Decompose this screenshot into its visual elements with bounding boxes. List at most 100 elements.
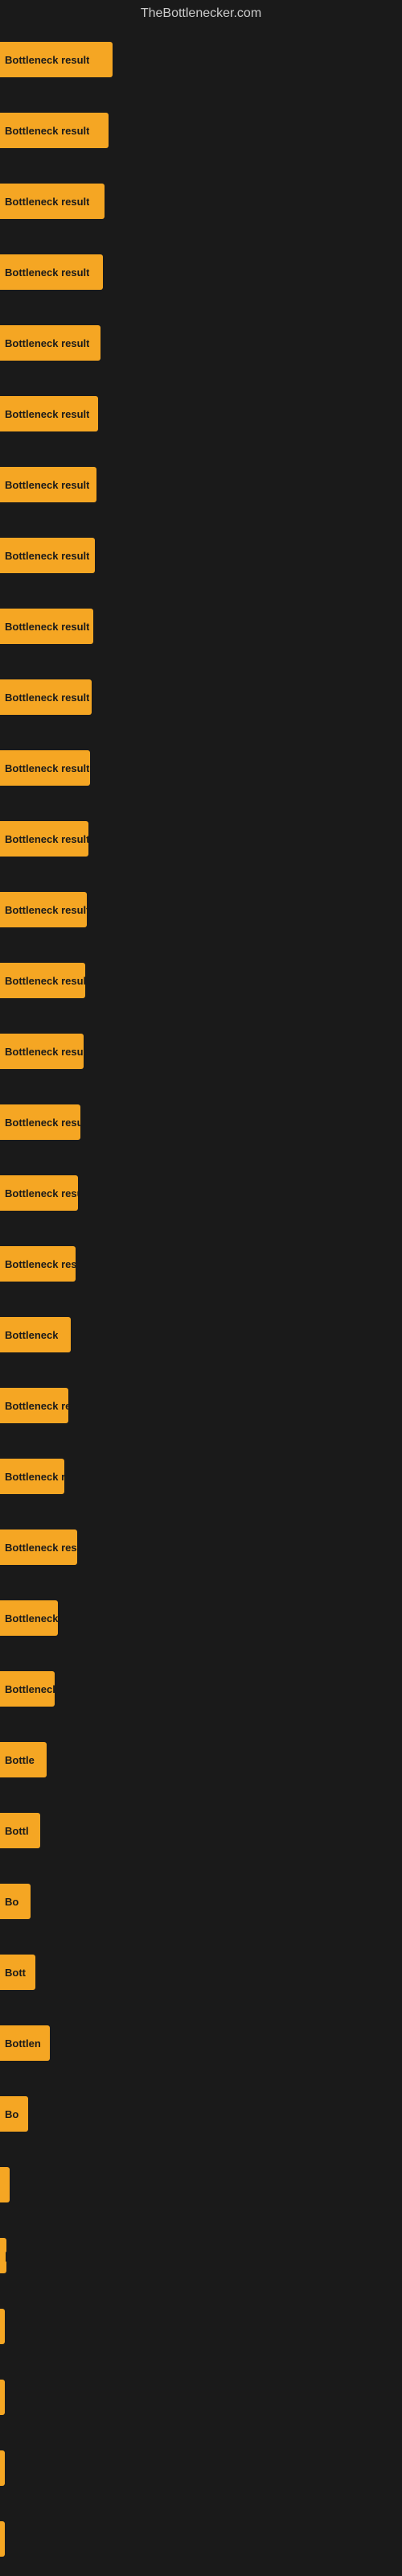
result-bar[interactable] [0, 2380, 5, 2415]
bar-row: Bottleneck result [0, 803, 402, 874]
result-bar[interactable]: Bottleneck res [0, 1671, 55, 1707]
result-bar[interactable] [0, 2521, 5, 2557]
result-bar[interactable]: Bott [0, 1955, 35, 1990]
bar-row [0, 2433, 402, 2504]
bar-row: Bottleneck result [0, 378, 402, 449]
bar-label: Bottleneck res [5, 1683, 55, 1695]
bar-row: Bottleneck result [0, 520, 402, 591]
result-bar[interactable]: Bottleneck result [0, 254, 103, 290]
result-bar[interactable]: Bottleneck [0, 1600, 58, 1636]
bar-label: Bottleneck result [5, 337, 89, 349]
result-bar[interactable]: Bottleneck res [0, 1246, 76, 1282]
result-bar[interactable]: Bo [0, 1884, 31, 1919]
bar-row: Bottleneck result [0, 1016, 402, 1087]
result-bar[interactable]: Bottleneck result [0, 821, 88, 857]
result-bar[interactable]: Bottleneck result [0, 1175, 78, 1211]
result-bar[interactable]: Bottleneck result [0, 184, 105, 219]
result-bar[interactable]: Bottleneck result [0, 113, 109, 148]
bar-row: Bottleneck res [0, 1228, 402, 1299]
bar-label: Bottleneck result [5, 479, 89, 491]
bar-row: Bottlen [0, 2008, 402, 2079]
bar-label: Bottleneck result [5, 408, 89, 420]
bar-row: Bo [0, 1866, 402, 1937]
bar-row: Bottleneck result [0, 24, 402, 95]
bar-row: Bottleneck result [0, 662, 402, 733]
bar-row: Bottleneck result [0, 874, 402, 945]
bar-label: Bottleneck result [5, 1046, 84, 1058]
bar-row: | [0, 2220, 402, 2291]
result-bar[interactable]: Bottleneck result [0, 609, 93, 644]
result-bar[interactable]: Bottleneck res [0, 1388, 68, 1423]
bar-label: Bo [5, 1896, 18, 1908]
bar-label: Bottleneck result [5, 54, 89, 66]
bar-row [0, 2149, 402, 2220]
bar-row [0, 2291, 402, 2362]
result-bar[interactable]: Bottleneck result [0, 750, 90, 786]
bar-label: Bottleneck result [5, 621, 89, 633]
result-bar[interactable] [0, 2309, 5, 2344]
bar-row: Bottleneck result [0, 449, 402, 520]
bar-row: Bottleneck result [0, 945, 402, 1016]
bar-row: Bottleneck re [0, 1441, 402, 1512]
bar-row: Bott [0, 1937, 402, 2008]
result-bar[interactable]: Bo [0, 2096, 28, 2132]
bar-row [0, 2504, 402, 2574]
bar-row: Bottleneck result [0, 733, 402, 803]
bar-row: Bottleneck result [0, 166, 402, 237]
result-bar[interactable]: Bottle [0, 1742, 47, 1777]
bar-label: Bottleneck re [5, 1471, 64, 1483]
bar-row: Bottleneck result [0, 237, 402, 308]
result-bar[interactable] [0, 2450, 5, 2486]
bar-label: Bottl [5, 1825, 29, 1837]
bar-label: Bottleneck resu [5, 1117, 80, 1129]
bar-label: Bo [5, 2108, 18, 2120]
bar-label: Bottleneck result [5, 550, 89, 562]
result-bar[interactable]: Bottleneck result [0, 679, 92, 715]
bar-label: Bottleneck result [5, 691, 89, 704]
result-bar[interactable]: Bottleneck result [0, 892, 87, 927]
bar-row: Bo [0, 2079, 402, 2149]
bar-row: Bottleneck res [0, 1370, 402, 1441]
result-bar[interactable]: Bottleneck result [0, 325, 100, 361]
bar-label: Bott [5, 1967, 26, 1979]
bar-row: Bottleneck result [0, 1158, 402, 1228]
bar-label: Bottlen [5, 2037, 41, 2050]
bar-label: Bottleneck result [5, 266, 89, 279]
bar-row: Bottleneck [0, 1299, 402, 1370]
bar-row: Bottleneck resu [0, 1087, 402, 1158]
result-bar[interactable]: | [0, 2238, 6, 2273]
bar-label: Bottleneck result [5, 125, 89, 137]
bar-row: Bottleneck resu [0, 1512, 402, 1583]
bar-label: Bottleneck result [5, 762, 89, 774]
bar-label: Bottleneck res [5, 1258, 76, 1270]
bar-label: Bottleneck result [5, 833, 88, 845]
result-bar[interactable]: Bottleneck result [0, 538, 95, 573]
bar-row: Bottleneck res [0, 1653, 402, 1724]
bar-row [0, 2362, 402, 2433]
result-bar[interactable]: Bottlen [0, 2025, 50, 2061]
result-bar[interactable]: Bottleneck resu [0, 1104, 80, 1140]
result-bar[interactable]: Bottleneck [0, 1317, 71, 1352]
bar-row: Bottleneck [0, 1583, 402, 1653]
result-bar[interactable]: Bottleneck result [0, 1034, 84, 1069]
bar-row: Bottle [0, 1724, 402, 1795]
result-bar[interactable]: Bottleneck re [0, 1459, 64, 1494]
bar-label: Bottleneck result [5, 1187, 78, 1199]
bar-label: | [5, 2250, 6, 2262]
result-bar[interactable] [0, 2167, 10, 2202]
bar-row: Bottleneck result [0, 308, 402, 378]
bar-label: Bottleneck result [5, 975, 85, 987]
site-title: TheBottlenecker.com [0, 0, 402, 24]
bar-label: Bottleneck [5, 1612, 58, 1624]
result-bar[interactable]: Bottleneck result [0, 963, 85, 998]
bar-label: Bottleneck [5, 1329, 58, 1341]
bar-label: Bottleneck resu [5, 1542, 77, 1554]
result-bar[interactable]: Bottleneck result [0, 467, 96, 502]
bar-row: Bottl [0, 1795, 402, 1866]
bar-row: Bottleneck result [0, 95, 402, 166]
result-bar[interactable]: Bottleneck result [0, 42, 113, 77]
result-bar[interactable]: Bottleneck result [0, 396, 98, 431]
result-bar[interactable]: Bottl [0, 1813, 40, 1848]
result-bar[interactable]: Bottleneck resu [0, 1530, 77, 1565]
bar-label: Bottle [5, 1754, 35, 1766]
